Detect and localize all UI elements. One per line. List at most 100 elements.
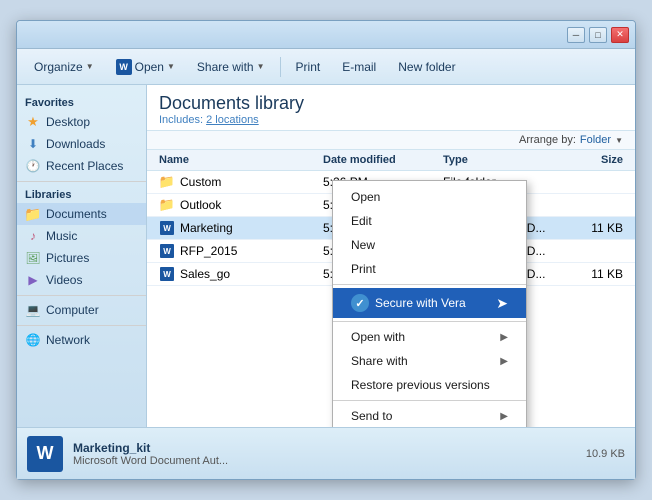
vera-logo-icon: ✓ [351,294,369,312]
folder-icon: 📁 [159,174,175,190]
open-label: Open [135,60,164,74]
arrange-value[interactable]: Folder [580,134,611,146]
libraries-label: Libraries [17,185,146,203]
minimize-button[interactable]: ─ [567,27,585,43]
videos-icon: ▶ [25,272,41,288]
sidebar-item-videos-label: Videos [46,273,82,287]
context-menu: Open Edit New Print ✓ Secure with Vera [332,180,527,427]
sidebar-item-documents[interactable]: 📁 Documents [17,203,146,225]
downloads-icon: ⬇ [25,136,41,152]
status-filename: Marketing_kit [73,441,228,455]
ctx-new[interactable]: New [333,233,526,257]
ctx-open-with[interactable]: Open with ▶ [333,325,526,349]
ctx-separator-2 [333,321,526,322]
sidebar-item-recent[interactable]: 🕐 Recent Places [17,155,146,177]
ctx-print[interactable]: Print [333,257,526,281]
sidebar-item-downloads[interactable]: ⬇ Downloads [17,133,146,155]
status-word-icon: W [27,436,63,472]
sidebar-item-music-label: Music [46,229,77,243]
ctx-open-with-arrow-icon: ▶ [500,332,508,343]
ctx-vera-arrow-icon: ➤ [496,295,508,312]
sidebar-item-music[interactable]: ♪ Music [17,225,146,247]
vera-check-icon: ✓ [355,297,364,310]
share-arrow-icon: ▼ [257,62,265,71]
word-doc-icon: W [159,220,175,236]
sidebar-separator-2 [17,295,146,296]
organize-arrow-icon: ▼ [86,62,94,71]
sidebar-item-pictures[interactable]: 🖼 Pictures [17,247,146,269]
organize-button[interactable]: Organize ▼ [25,56,103,78]
print-button[interactable]: Print [287,56,330,78]
col-date-header: Date modified [323,154,443,166]
favorites-section: Favorites ★ Desktop ⬇ Downloads 🕐 Recent… [17,93,146,177]
sidebar-item-documents-label: Documents [46,207,107,221]
word-icon: W [116,59,132,75]
ctx-separator [333,284,526,285]
col-type-header: Type [443,154,563,166]
sidebar-item-desktop-label: Desktop [46,115,90,129]
status-info: Marketing_kit Microsoft Word Document Au… [73,441,228,467]
content-area: Documents library Includes: 2 locations … [147,85,635,427]
share-label: Share with [197,60,254,74]
maximize-button[interactable]: □ [589,27,607,43]
star-icon: ★ [25,114,41,130]
sidebar: Favorites ★ Desktop ⬇ Downloads 🕐 Recent… [17,85,147,427]
file-size: 11 KB [563,221,623,235]
file-name: RFP_2015 [180,244,323,258]
open-arrow-icon: ▼ [167,62,175,71]
sidebar-separator [17,181,146,182]
status-bar: W Marketing_kit Microsoft Word Document … [17,427,635,479]
library-title: Documents library [159,93,623,114]
toolbar-separator [280,57,281,77]
close-button[interactable]: ✕ [611,27,629,43]
col-size-header: Size [563,154,623,166]
file-name: Custom [180,175,323,189]
folder-icon: 📁 [159,197,175,213]
email-button[interactable]: E-mail [333,56,385,78]
sidebar-item-desktop[interactable]: ★ Desktop [17,111,146,133]
new-folder-button[interactable]: New folder [389,56,464,78]
computer-icon: 💻 [25,302,41,318]
main-area: Favorites ★ Desktop ⬇ Downloads 🕐 Recent… [17,85,635,427]
file-size: 11 KB [563,267,623,281]
pictures-icon: 🖼 [25,250,41,266]
word-doc-icon: W [159,266,175,282]
arrange-bar: Arrange by: Folder ▼ [147,131,635,150]
sidebar-item-network[interactable]: 🌐 Network [17,329,146,351]
ctx-send-to-arrow-icon: ▶ [500,411,508,422]
locations-link[interactable]: 2 locations [206,114,259,126]
ctx-separator-3 [333,400,526,401]
arrange-label: Arrange by: [519,134,576,146]
music-icon: ♪ [25,228,41,244]
print-label: Print [296,60,321,74]
file-name: Marketing [180,221,323,235]
sidebar-item-videos[interactable]: ▶ Videos [17,269,146,291]
sidebar-item-recent-label: Recent Places [46,159,123,173]
library-subtitle: Includes: 2 locations [159,114,623,126]
ctx-open-label: Open [351,190,380,204]
arrange-arrow-icon: ▼ [615,136,623,145]
ctx-edit-label: Edit [351,214,372,228]
ctx-edit[interactable]: Edit [333,209,526,233]
sidebar-item-computer[interactable]: 💻 Computer [17,299,146,321]
organize-label: Organize [34,60,83,74]
ctx-restore[interactable]: Restore previous versions [333,373,526,397]
network-icon: 🌐 [25,332,41,348]
ctx-vera[interactable]: ✓ Secure with Vera ➤ [333,288,526,318]
file-name: Outlook [180,198,323,212]
ctx-print-label: Print [351,262,376,276]
ctx-open[interactable]: Open [333,185,526,209]
ctx-share-with[interactable]: Share with ▶ [333,349,526,373]
share-button[interactable]: Share with ▼ [188,56,274,78]
ctx-share-with-arrow-icon: ▶ [500,356,508,367]
ctx-send-to[interactable]: Send to ▶ [333,404,526,427]
sidebar-separator-3 [17,325,146,326]
word-doc-icon: W [159,243,175,259]
open-button[interactable]: W Open ▼ [107,55,184,79]
ctx-send-to-label: Send to [351,409,392,423]
title-bar: ─ □ ✕ [17,21,635,49]
sidebar-item-network-label: Network [46,333,90,347]
col-name-header: Name [159,154,323,166]
libraries-section: Libraries 📁 Documents ♪ Music 🖼 Pictures… [17,185,146,291]
new-folder-label: New folder [398,60,455,74]
